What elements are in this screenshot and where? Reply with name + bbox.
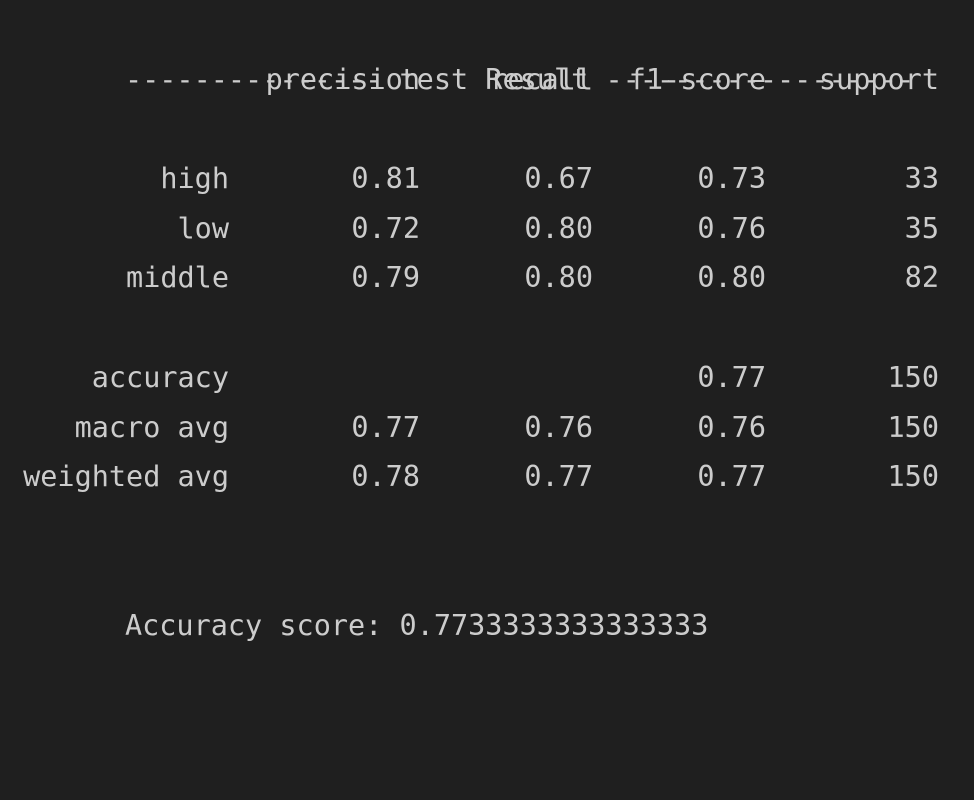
cell-precision: 0.77 <box>351 410 420 444</box>
cell-f1-score: 0.77 <box>697 460 766 494</box>
summary-row: accuracy 0.77 150 <box>0 353 974 403</box>
row-label: weighted avg <box>23 460 229 494</box>
table-row: low 0.72 0.80 0.76 35 <box>0 204 974 254</box>
cell-support: 150 <box>887 360 939 394</box>
table-row: high 0.81 0.67 0.73 33 <box>0 154 974 204</box>
cell-f1-score: 0.77 <box>697 360 766 394</box>
cell-precision: 0.79 <box>351 261 420 295</box>
summary-row: weighted avg 0.78 0.77 0.77 150 <box>0 452 974 502</box>
terminal-output: --------------- test Result ------------… <box>0 0 974 642</box>
row-label: high <box>160 162 229 196</box>
column-header-support: support <box>818 62 939 96</box>
table-row: middle 0.79 0.80 0.80 82 <box>0 253 974 303</box>
cell-recall: 0.76 <box>524 410 593 444</box>
accuracy-score-line: Accuracy score: 0.7733333333333333 <box>0 552 974 642</box>
column-header-recall: recall <box>490 62 593 96</box>
summary-row: macro avg 0.77 0.76 0.76 150 <box>0 403 974 453</box>
cell-precision: 0.72 <box>351 211 420 245</box>
row-label: middle <box>126 261 229 295</box>
cell-precision: 0.78 <box>351 460 420 494</box>
cell-support: 150 <box>887 460 939 494</box>
cell-recall: 0.67 <box>524 162 593 196</box>
cell-support: 35 <box>904 211 939 245</box>
row-label: macro avg <box>74 410 229 444</box>
cell-recall: 0.80 <box>524 211 593 245</box>
cell-f1-score: 0.80 <box>697 261 766 295</box>
row-label: accuracy <box>91 360 229 394</box>
cell-f1-score: 0.76 <box>697 410 766 444</box>
row-label: low <box>177 211 229 245</box>
accuracy-score-label: Accuracy score: <box>124 609 383 643</box>
cell-recall: 0.80 <box>524 261 593 295</box>
accuracy-score-value: 0.7733333333333333 <box>399 609 709 643</box>
cell-support: 82 <box>904 261 939 295</box>
cell-support: 150 <box>887 410 939 444</box>
cell-recall: 0.77 <box>524 460 593 494</box>
cell-f1-score: 0.73 <box>697 162 766 196</box>
column-headers: precision recall f1-score support <box>0 55 974 105</box>
cell-support: 33 <box>904 162 939 196</box>
cell-precision: 0.81 <box>351 162 420 196</box>
cell-f1-score: 0.76 <box>697 211 766 245</box>
column-header-precision: precision <box>265 62 420 96</box>
header-line: --------------- test Result ------------… <box>0 5 974 96</box>
column-header-f1-score: f1-score <box>628 62 766 96</box>
